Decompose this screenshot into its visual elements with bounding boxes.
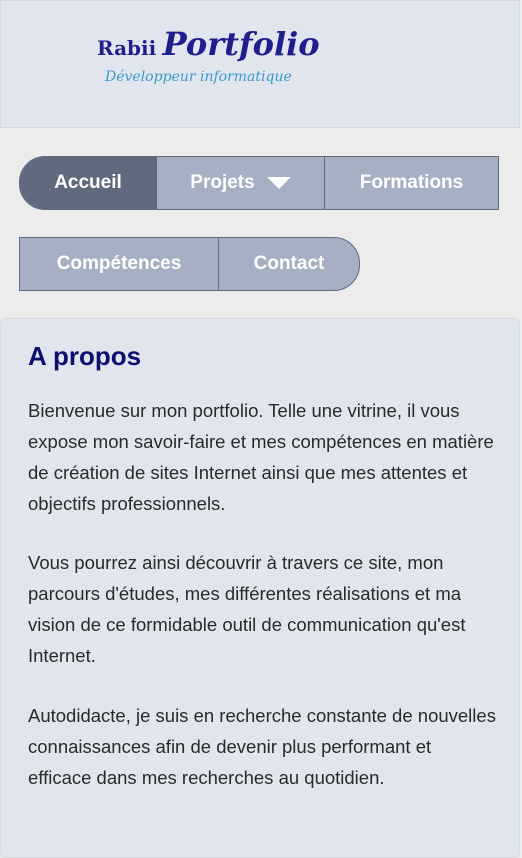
site-header: Rabii Portfolio Développeur informatique bbox=[0, 0, 520, 128]
nav-item-label: Contact bbox=[253, 253, 325, 274]
logo-title: Portfolio bbox=[162, 25, 320, 63]
nav-item-contact[interactable]: Contact bbox=[219, 238, 359, 290]
logo-subtitle: Développeur informatique bbox=[105, 69, 292, 85]
site-logo[interactable]: Rabii Portfolio bbox=[97, 25, 320, 63]
main-nav-row-1: Accueil Projets Formations bbox=[19, 156, 499, 210]
about-title: A propos bbox=[28, 341, 142, 371]
caret-down-icon bbox=[266, 177, 291, 189]
main-nav-row-2: Compétences Contact bbox=[19, 237, 360, 291]
nav-item-competences[interactable]: Compétences bbox=[20, 238, 219, 290]
nav-item-label: Compétences bbox=[56, 253, 182, 274]
about-section: A propos Bienvenue sur mon portfolio. Te… bbox=[0, 318, 520, 858]
nav-item-accueil[interactable]: Accueil bbox=[20, 157, 157, 209]
nav-item-projets[interactable]: Projets bbox=[157, 157, 325, 209]
nav-item-label: Accueil bbox=[54, 172, 122, 193]
about-paragraph-1: Bienvenue sur mon portfolio. Telle une v… bbox=[28, 400, 494, 514]
nav-item-label: Formations bbox=[359, 172, 464, 193]
nav-item-formations[interactable]: Formations bbox=[325, 157, 498, 209]
about-paragraph-3: Autodidacte, je suis en recherche consta… bbox=[28, 705, 496, 788]
nav-item-label: Projets bbox=[190, 172, 255, 193]
logo-name: Rabii bbox=[97, 36, 157, 60]
about-paragraph-2: Vous pourrez ainsi découvrir à travers c… bbox=[28, 552, 466, 666]
